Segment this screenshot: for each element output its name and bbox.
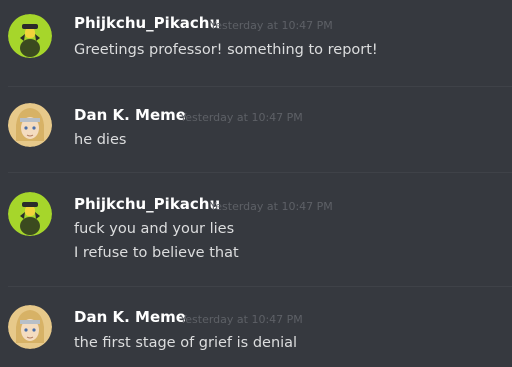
message-divider xyxy=(8,172,512,173)
message-timestamp: Yesterday at 10:47 PM xyxy=(210,19,333,32)
message-username[interactable]: Dan K. Meme xyxy=(74,106,186,124)
message-divider xyxy=(8,86,512,87)
message-timestamp: Yesterday at 10:47 PM xyxy=(180,111,303,124)
pikachu-avatar-icon xyxy=(8,14,52,58)
message-divider xyxy=(8,286,512,287)
message-timestamp: Yesterday at 10:47 PM xyxy=(210,200,333,213)
message-username[interactable]: Phijkchu_Pikachu xyxy=(74,195,220,213)
message-text: the first stage of grief is denial xyxy=(74,335,298,351)
message-username[interactable]: Dan K. Meme xyxy=(74,308,186,326)
user-avatar[interactable] xyxy=(8,305,52,349)
message-username[interactable]: Phijkchu_Pikachu xyxy=(74,14,220,32)
message-text: I refuse to believe that xyxy=(74,245,239,261)
user-avatar[interactable] xyxy=(8,192,52,236)
message-text: Greetings professor! something to report… xyxy=(74,42,378,58)
message-timestamp: Yesterday at 10:47 PM xyxy=(180,313,303,326)
user-avatar[interactable] xyxy=(8,103,52,147)
pikachu-avatar-icon xyxy=(8,192,52,236)
anime-character-avatar-icon xyxy=(8,305,52,349)
message-text: fuck you and your lies xyxy=(74,221,235,237)
user-avatar[interactable] xyxy=(8,14,52,58)
anime-character-avatar-icon xyxy=(8,103,52,147)
chat-messages: Phijkchu_Pikachu Yesterday at 10:47 PM G… xyxy=(0,0,512,367)
message-text: he dies xyxy=(74,132,127,148)
